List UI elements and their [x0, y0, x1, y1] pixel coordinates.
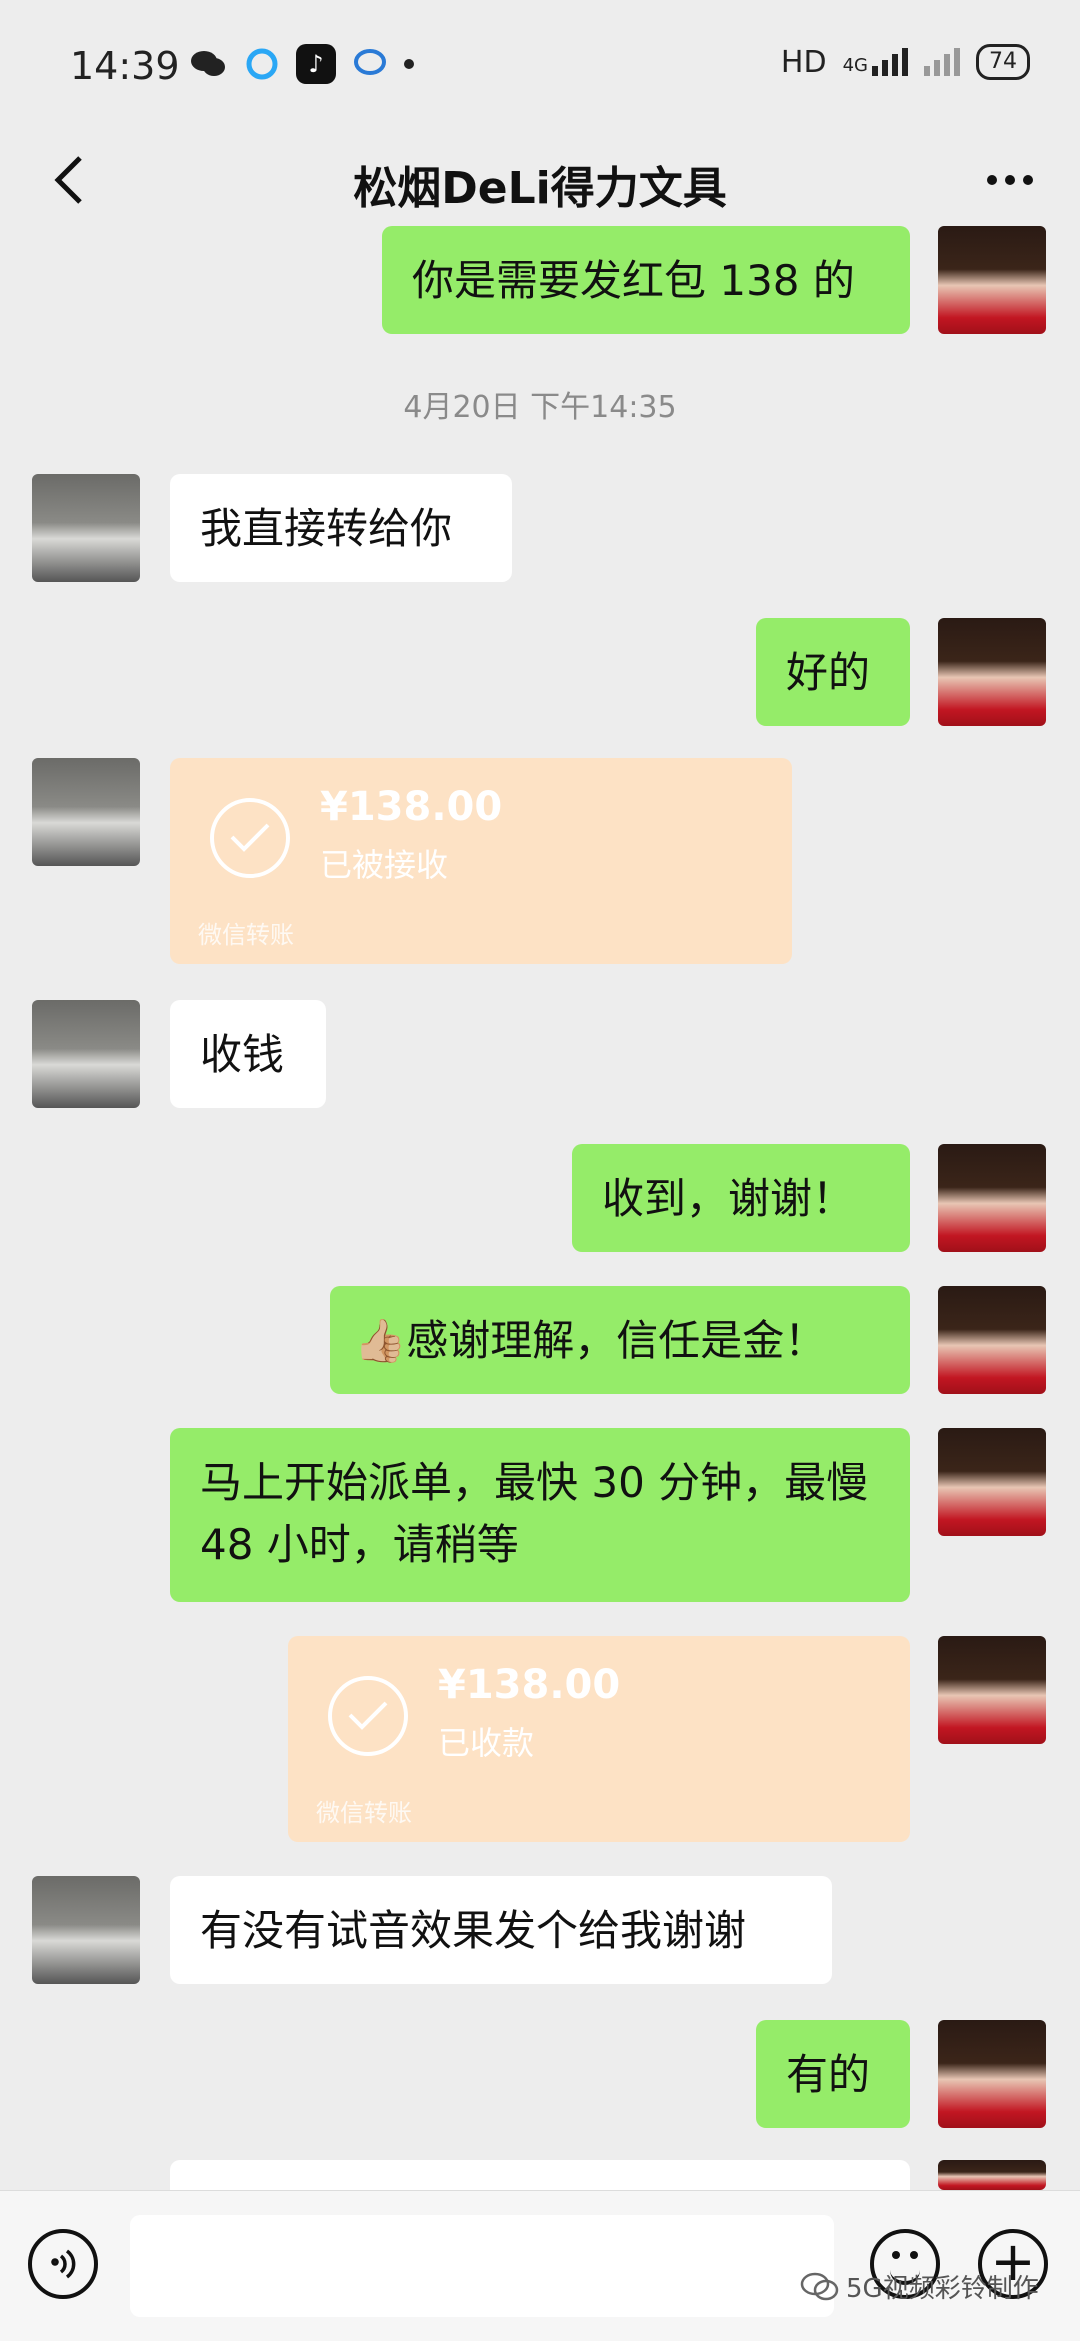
message-bubble-received[interactable]: 我直接转给你	[170, 474, 512, 582]
avatar-self[interactable]	[938, 1286, 1046, 1394]
transfer-card-sent[interactable]: ¥138.00 已收款 微信转账	[288, 1636, 910, 1842]
status-bar: 14:39 ♪ HD 4G 74	[0, 0, 1080, 130]
voice-button[interactable]	[28, 2229, 98, 2299]
avatar-contact[interactable]	[32, 474, 140, 582]
chat-header: 松烟DeLi得力文具	[0, 130, 1080, 240]
battery-icon: 74	[976, 44, 1030, 80]
emoji-icon	[892, 2251, 900, 2259]
message-bubble-sent[interactable]: 有的	[756, 2020, 910, 2128]
transfer-status: 已收款	[438, 1724, 535, 1762]
signal-4g-icon: 4G	[843, 48, 908, 76]
transfer-status: 已被接收	[320, 846, 449, 884]
notification-dot-icon	[404, 59, 414, 69]
thumbs-up-emoji-icon: 👍🏼	[354, 1316, 407, 1365]
avatar-self[interactable]	[938, 1144, 1046, 1252]
browser-icon	[242, 44, 282, 84]
avatar-self[interactable]	[938, 618, 1046, 726]
transfer-footer: 微信转账	[316, 1799, 412, 1827]
message-bubble-sent[interactable]: 马上开始派单，最快 30 分钟，最慢 48 小时，请稍等	[170, 1428, 910, 1602]
transfer-amount: ¥138.00	[320, 784, 503, 830]
more-dots-icon	[987, 175, 997, 185]
status-right: HD 4G 74	[781, 44, 1030, 80]
message-bubble-sent[interactable]: 👍🏼感谢理解，信任是金！	[330, 1286, 910, 1394]
message-bubble-received[interactable]: 有没有试音效果发个给我谢谢	[170, 1876, 832, 1984]
status-time: 14:39	[70, 44, 180, 88]
transfer-card-received[interactable]: ¥138.00 已被接收 微信转账	[170, 758, 792, 964]
avatar-self[interactable]	[938, 2020, 1046, 2128]
wechat-icon	[188, 44, 228, 84]
transfer-amount: ¥138.00	[438, 1662, 621, 1708]
avatar-contact[interactable]	[32, 1876, 140, 1984]
more-button[interactable]	[970, 140, 1050, 220]
avatar-contact[interactable]	[32, 758, 140, 866]
hd-indicator: HD	[780, 44, 827, 80]
transfer-footer: 微信转账	[198, 921, 294, 949]
input-bar: +	[0, 2190, 1080, 2341]
avatar-self[interactable]	[938, 1428, 1046, 1536]
message-bubble-sent[interactable]: 好的	[756, 618, 910, 726]
check-circle-icon	[210, 798, 290, 878]
avatar-self[interactable]	[938, 2160, 1046, 2190]
avatar-contact[interactable]	[32, 1000, 140, 1108]
message-timestamp: 4月20日 下午14:35	[403, 390, 677, 425]
avatar-self[interactable]	[938, 226, 1046, 334]
check-circle-icon	[328, 1676, 408, 1756]
signal-sim2-icon	[924, 48, 960, 76]
chat-title: 松烟DeLi得力文具	[353, 163, 727, 214]
message-bubble-received[interactable]: 收钱	[170, 1000, 326, 1108]
wechat-icon	[800, 2272, 839, 2300]
voice-icon	[51, 2249, 76, 2279]
message-bubble-sent[interactable]: 收到，谢谢！	[572, 1144, 910, 1252]
avatar-self[interactable]	[938, 1636, 1046, 1744]
chat-bubble-icon	[350, 44, 390, 84]
status-app-icons: ♪	[188, 44, 414, 84]
message-bubble-sent[interactable]: 你是需要发红包 138 的	[382, 226, 910, 334]
watermark: 5G视频彩铃制作	[800, 2268, 1039, 2305]
message-input[interactable]	[130, 2215, 834, 2317]
tiktok-icon: ♪	[296, 44, 336, 84]
